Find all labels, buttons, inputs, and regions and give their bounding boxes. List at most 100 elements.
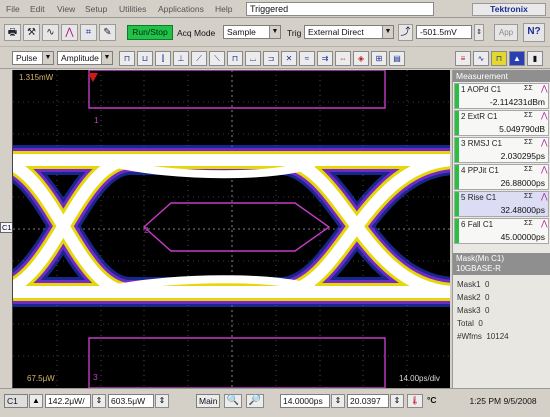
meas-jitter-icon[interactable]: ≈	[299, 51, 315, 66]
meas-arrow-icon[interactable]: ⇔	[335, 51, 351, 66]
waveform-icon[interactable]: ⋀	[541, 84, 548, 93]
help-button[interactable]: N?	[523, 23, 545, 42]
menu-file[interactable]: File	[6, 4, 20, 14]
ruler-icon[interactable]: ∿	[42, 24, 59, 41]
stats-icon[interactable]: ΣΣ	[524, 193, 533, 200]
status-title: Triggered	[246, 2, 434, 16]
zoom-out-icon[interactable]: 🔎	[246, 394, 264, 408]
pencil-icon[interactable]: ✎	[99, 24, 116, 41]
menu-utilities[interactable]: Utilities	[119, 4, 146, 14]
mask-3-label: 3	[93, 372, 98, 382]
waveform-icon[interactable]: ⋀	[541, 219, 548, 228]
meas-param-select[interactable]: Amplitude ▼	[57, 51, 113, 65]
measurement-item-rmsj[interactable]: 3 RMSJ C1 ΣΣ ⋀ 2.030295ps	[454, 137, 549, 163]
acq-mode-value: Sample	[227, 27, 256, 37]
measurement-item-rise[interactable]: 5 Rise C1 ΣΣ ⋀ 32.48000ps	[454, 191, 549, 217]
app-button[interactable]: App	[494, 24, 518, 41]
vert-scale-field[interactable]: 142.2μW/	[45, 394, 91, 408]
measurement-index: 4	[461, 166, 466, 175]
mask-3	[88, 337, 386, 388]
measurement-name: Fall	[467, 220, 481, 229]
stats-icon[interactable]: ΣΣ	[524, 220, 533, 227]
chevron-down-icon: ▼	[101, 52, 112, 64]
mask-stat-row: Mask3 0	[457, 306, 489, 315]
print-icon[interactable]: 🖶	[4, 24, 21, 41]
meas-gate-icon[interactable]: ⊞	[371, 51, 387, 66]
meas-period-icon[interactable]: ⊓	[227, 51, 243, 66]
meas-stats-icon[interactable]: ≡	[455, 51, 471, 66]
meas-type-select[interactable]: Pulse ▼	[12, 51, 54, 65]
trig-slope-icon[interactable]: ⤴	[398, 24, 413, 41]
vert-offset-stepper[interactable]: ⇕	[155, 394, 169, 408]
meas-rise-icon[interactable]: ⟋	[191, 51, 207, 66]
stats-icon[interactable]: ΣΣ	[524, 85, 533, 92]
meas-display-icon[interactable]: ⊓	[491, 51, 507, 66]
meas-width-icon[interactable]: ⌴	[245, 51, 261, 66]
measurement-item-fall[interactable]: 6 Fall C1 ΣΣ ⋀ 45.00000ps	[454, 218, 549, 244]
timebase-select[interactable]: Main	[196, 394, 220, 408]
chevron-down-icon: ▼	[269, 26, 280, 38]
waveform-icon[interactable]: ⋀	[541, 192, 548, 201]
zoom-in-icon[interactable]: 🔍	[224, 394, 242, 408]
meas-fall-icon[interactable]: ⟍	[209, 51, 225, 66]
waveform-icon[interactable]: ⋀	[541, 138, 548, 147]
measurement-item-aopd[interactable]: 1 AOPd C1 ΣΣ ⋀ -2.114231dBm	[454, 83, 549, 109]
menu-edit[interactable]: Edit	[30, 4, 45, 14]
menu-setup[interactable]: Setup	[85, 4, 107, 14]
measurement-source: C1	[482, 220, 494, 229]
vert-scale-stepper[interactable]: ⇕	[92, 394, 106, 408]
vert-offset-field[interactable]: 603.5μW	[108, 394, 154, 408]
mask-1-label: 1	[94, 115, 99, 125]
meas-mid-icon[interactable]: ⊥	[173, 51, 189, 66]
stats-icon[interactable]: ΣΣ	[524, 112, 533, 119]
measurement-name: RMSJ	[467, 139, 490, 148]
meas-mountain-icon[interactable]: ▲	[509, 51, 525, 66]
horiz-pos-field[interactable]: 20.0397	[347, 394, 389, 408]
mask-stat-value: 0	[485, 293, 490, 302]
meas-high-icon[interactable]: ⊓	[119, 51, 135, 66]
menu-applications[interactable]: Applications	[158, 4, 204, 14]
meas-histogram-icon[interactable]: ▤	[389, 51, 405, 66]
acq-mode-select[interactable]: Sample ▼	[223, 25, 281, 39]
menu-help[interactable]: Help	[215, 4, 232, 14]
mask-stat-row: Mask1 0	[457, 280, 489, 289]
meas-bars-icon[interactable]: ▮	[527, 51, 543, 66]
tools-icon[interactable]: ⚒	[23, 24, 40, 41]
mask-stat-value: 0	[485, 306, 490, 315]
meas-low-icon[interactable]: ⊔	[137, 51, 153, 66]
mask-test-header[interactable]: Mask(Mn C1) 10GBASE-R	[453, 253, 550, 275]
meas-cross-icon[interactable]: ✕	[281, 51, 297, 66]
channel-select[interactable]: C1	[4, 394, 28, 408]
measurement-item-extr[interactable]: 2 ExtR C1 ΣΣ ⋀ 5.049790dB	[454, 110, 549, 136]
measurement-name: ExtR	[467, 112, 486, 121]
mask-standard: 10GBASE-R	[456, 264, 501, 273]
waveform-icon[interactable]: ⋀	[541, 111, 548, 120]
meas-eye-icon[interactable]: ◈	[353, 51, 369, 66]
trig-source-select[interactable]: External Direct ▼	[304, 25, 394, 39]
stats-icon[interactable]: ΣΣ	[524, 166, 533, 173]
measurement-item-ppjit[interactable]: 4 PPJit C1 ΣΣ ⋀ 26.88000ps	[454, 164, 549, 190]
horiz-pos-value: 20.0397	[350, 396, 381, 406]
trig-level-field[interactable]: -501.5mV	[416, 25, 472, 39]
waveform-icon[interactable]: ⋀	[61, 24, 78, 41]
meas-wave-view-icon[interactable]: ∿	[473, 51, 489, 66]
status-bar	[455, 219, 459, 243]
clock: 1:25 PM 9/5/2008	[469, 396, 537, 406]
menu-view[interactable]: View	[57, 4, 75, 14]
horiz-scale-field[interactable]: 14.0000ps	[280, 394, 330, 408]
trig-level-stepper[interactable]: ⇕	[474, 24, 484, 41]
meas-amplitude-icon[interactable]: ⫿	[155, 51, 171, 66]
meas-duty-icon[interactable]: ⊐	[263, 51, 279, 66]
thermometer-icon[interactable]: 🌡	[407, 394, 423, 408]
waveform-icon[interactable]: ⋀	[541, 165, 548, 174]
chevron-up-icon[interactable]: ▲	[29, 394, 43, 408]
waveform-display[interactable]: 1 2 3 1.315mW 67.5μW 14.00ps/div	[12, 70, 450, 388]
stats-icon[interactable]: ΣΣ	[524, 139, 533, 146]
meas-param-value: Amplitude	[61, 53, 99, 63]
meas-delay-icon[interactable]: ⇉	[317, 51, 333, 66]
horiz-pos-stepper[interactable]: ⇕	[390, 394, 404, 408]
mask-stat-label: Mask2	[457, 293, 481, 302]
horiz-scale-stepper[interactable]: ⇕	[331, 394, 345, 408]
run-stop-button[interactable]: Run/Stop	[127, 25, 173, 40]
cursor-icon[interactable]: ⌗	[80, 24, 97, 41]
